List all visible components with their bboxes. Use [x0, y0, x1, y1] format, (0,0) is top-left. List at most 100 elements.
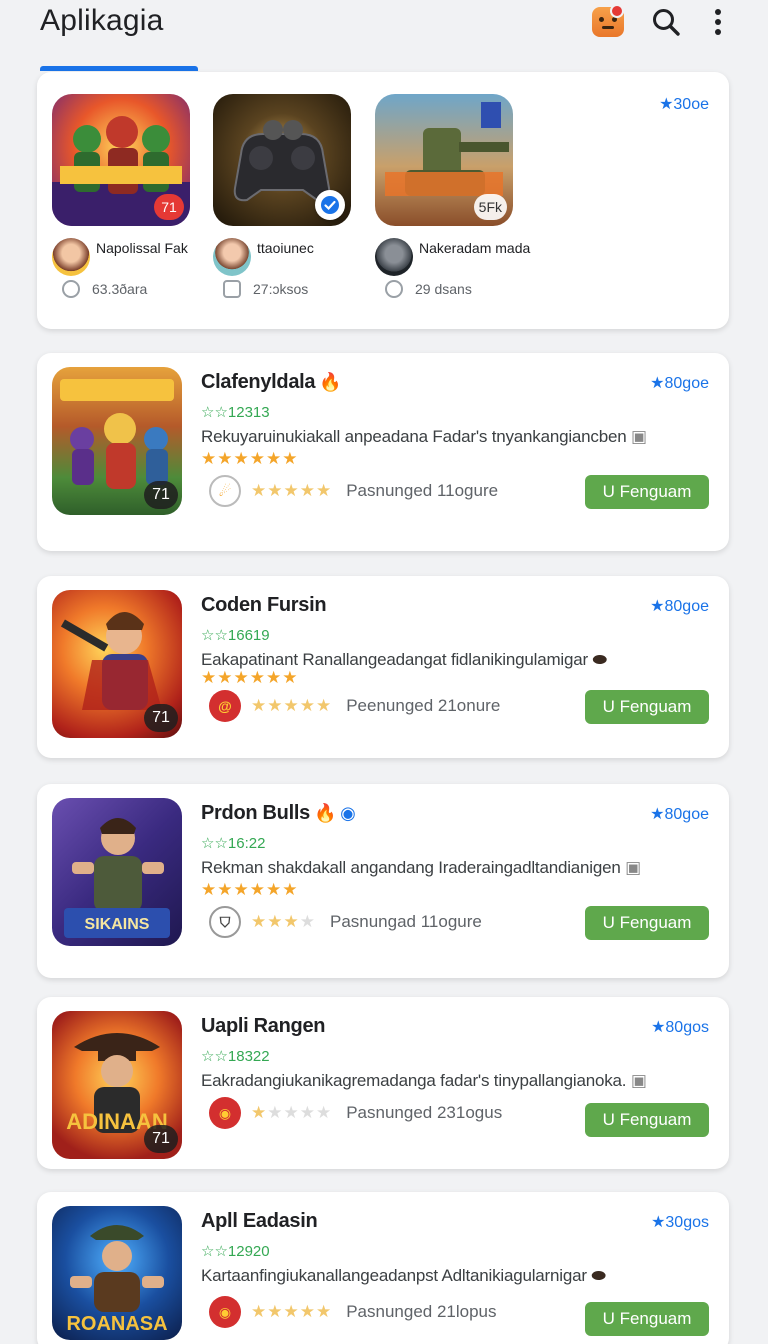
svg-text:SIKAINS: SIKAINS	[85, 916, 150, 933]
app-rating: ★80goe	[650, 598, 709, 615]
fire-emoji: 🔥	[319, 372, 342, 392]
app-list-item[interactable]: 71 Coden Fursin ☆☆16619 Eakapatinant Ran…	[37, 576, 729, 758]
download-icon	[62, 280, 80, 298]
author-row: Napolissal Fak	[52, 236, 222, 278]
meta-text: 29 dsans	[415, 281, 472, 297]
author-row: ttaoiunec	[213, 236, 383, 278]
app-list-item[interactable]: ADINAAN 71 Uapli Rangen ☆☆18322 Eakradan…	[37, 997, 729, 1169]
meta-row: 27:ɔksos	[223, 280, 308, 298]
app-description: Kartaanfingiukanallangeadanpst Adltaniki…	[201, 1266, 606, 1285]
install-button[interactable]: U Fenguam	[585, 906, 709, 940]
install-button[interactable]: U Fenguam	[585, 1103, 709, 1137]
rating-stars: ★★★★★	[251, 1103, 333, 1122]
app-stars: ★★★★★★	[201, 880, 299, 899]
app-icon[interactable]: SIKAINS	[52, 798, 182, 946]
tab-indicator	[40, 66, 198, 71]
developer-text: Pasnungad 11ogure	[329, 912, 482, 931]
game-thumbnail[interactable]: 5Fk	[375, 94, 513, 226]
app-list-item[interactable]: SIKAINS Prdon Bulls 🔥 ◉ ☆☆16:22 Rekman sha…	[37, 784, 729, 978]
install-button[interactable]: U Fenguam	[585, 1302, 709, 1336]
verified-icon	[315, 190, 345, 220]
rating-stars: ★★★★★	[251, 696, 333, 715]
rating-stars: ★★★★★	[251, 1302, 333, 1321]
user-icon	[385, 280, 403, 298]
app-subtitle: ☆☆16:22	[201, 835, 266, 852]
developer-logo: ⛉	[209, 906, 241, 938]
app-rating: ★80gos	[651, 1019, 709, 1036]
author-name: Nakeradam mada	[419, 240, 531, 256]
install-button[interactable]: U Fenguam	[585, 475, 709, 509]
featured-item[interactable]: ttaoiunec 27:ɔksos	[213, 94, 373, 298]
developer-row: ⛉ ★★★★ Pasnungad 11ogure	[209, 906, 482, 938]
app-subtitle: ☆☆18322	[201, 1048, 270, 1065]
age-badge: 71	[144, 704, 178, 732]
app-rating: ★80goe	[650, 806, 709, 823]
meta-row: 29 dsans	[385, 280, 472, 298]
developer-text: Pasnunged 21lopus	[346, 1302, 497, 1321]
app-description: Rekuyaruinukiakall anpeadana Fadar's tny…	[201, 427, 647, 446]
meta-row: 63.3ðara	[62, 280, 147, 298]
app-name: Uapli Rangen	[201, 1015, 326, 1037]
developer-row: ◉ ★★★★★ Pasnunged 231ogus	[209, 1097, 502, 1129]
developer-logo: ◉	[209, 1097, 241, 1129]
age-badge: 71	[154, 194, 184, 220]
developer-row: @ ★★★★★ Peenunged 21onure	[209, 690, 500, 722]
featured-item[interactable]: 71 Napolissal Fak 63.3ðara	[52, 94, 212, 298]
app-name: Clafenyldala 🔥	[201, 371, 342, 393]
app-stars: ★★★★★★	[201, 668, 299, 687]
more-vert-icon[interactable]	[700, 4, 736, 40]
author-row: Nakeradam mada	[375, 236, 545, 278]
app-description: Eakapatinant Ranallangeadangat fidlaniki…	[201, 650, 607, 669]
author-avatar	[52, 238, 90, 276]
notification-dot	[610, 4, 624, 18]
app-rating: ★30gos	[651, 1214, 709, 1231]
app-subtitle: ☆☆12313	[201, 404, 270, 421]
featured-rating: ★30oe	[659, 96, 709, 113]
rating-stars: ★★★★	[251, 912, 316, 931]
developer-logo: ◉	[209, 1296, 241, 1328]
featured-card: ★30oe 71 Napolissal Fak 63.3ðara ttaoiun…	[37, 72, 729, 329]
bookmark-icon	[223, 280, 241, 298]
install-button[interactable]: U Fenguam	[585, 690, 709, 724]
app-description: Eakradangiukanikagremadanga fadar's tiny…	[201, 1071, 647, 1090]
author-name: Napolissal Fak	[96, 240, 188, 256]
app-icon[interactable]: ROANASA	[52, 1206, 182, 1340]
app-list-item[interactable]: 71 Clafenyldala 🔥 ☆☆12313 Rekuyaruinukiak…	[37, 353, 729, 551]
meta-text: 27:ɔksos	[253, 281, 309, 297]
featured-item[interactable]: 5Fk Nakeradam mada 29 dsans	[375, 94, 535, 298]
app-icon[interactable]: ADINAAN 71	[52, 1011, 182, 1159]
app-icon[interactable]: 71	[52, 590, 182, 738]
age-badge: 71	[144, 1125, 178, 1153]
app-rating: ★80goe	[650, 375, 709, 392]
app-list-item[interactable]: ROANASA Apll Eadasin ☆☆12920 Kartaanfing…	[37, 1192, 729, 1344]
app-stars: ★★★★★★	[201, 449, 299, 468]
developer-text: Peenunged 21onure	[346, 696, 501, 715]
svg-text:ROANASA: ROANASA	[66, 1313, 167, 1335]
meta-text: 63.3ðara	[92, 281, 148, 297]
developer-text: Pasnunged 11ogure	[346, 481, 499, 500]
app-name: Coden Fursin	[201, 594, 327, 616]
developer-text: Pasnunged 231ogus	[346, 1103, 503, 1122]
app-name: Apll Eadasin	[201, 1210, 318, 1232]
search-icon[interactable]	[648, 4, 684, 40]
developer-logo: @	[209, 690, 241, 722]
app-subtitle: ☆☆16619	[201, 627, 270, 644]
app-description: Rekman shakdakall angandang Iraderaingad…	[201, 858, 642, 877]
game-thumbnail[interactable]: 71	[52, 94, 190, 226]
top-app-bar: Aplikagia	[0, 0, 768, 64]
author-avatar	[213, 238, 251, 276]
age-badge: 71	[144, 481, 178, 509]
app-name: Prdon Bulls 🔥 ◉	[201, 802, 356, 824]
rating-stars: ★★★★★	[251, 481, 333, 500]
developer-logo: ☄	[209, 475, 241, 507]
app-subtitle: ☆☆12920	[201, 1243, 270, 1260]
size-badge: 5Fk	[473, 194, 507, 220]
author-avatar	[375, 238, 413, 276]
developer-row: ☄ ★★★★★ Pasnunged 11ogure	[209, 475, 498, 507]
fire-emoji: 🔥	[313, 803, 337, 823]
developer-row: ◉ ★★★★★ Pasnunged 21lopus	[209, 1296, 497, 1328]
page-title: Aplikagia	[40, 4, 164, 37]
app-icon[interactable]: 71	[52, 367, 182, 515]
game-thumbnail[interactable]	[213, 94, 351, 226]
avatar-icon[interactable]	[590, 4, 626, 40]
